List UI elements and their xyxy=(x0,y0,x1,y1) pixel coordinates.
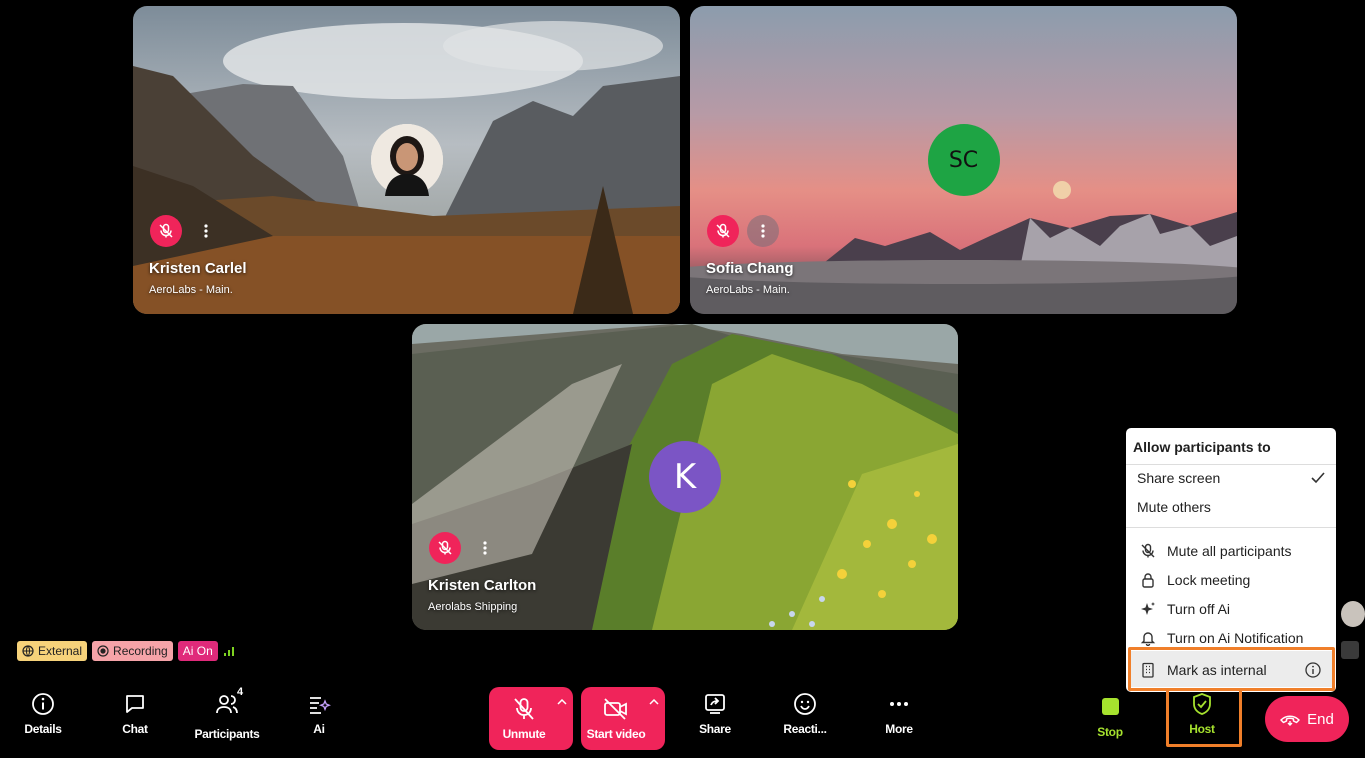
ai-badge: Ai On xyxy=(177,641,218,661)
chat-icon xyxy=(126,695,144,713)
record-icon xyxy=(97,645,109,657)
participant-name: Kristen Carlton xyxy=(428,577,537,594)
participant-name: Sofia Chang xyxy=(706,260,794,277)
lock-meeting-label: Lock meeting xyxy=(1167,572,1251,588)
chevron-up-icon[interactable] xyxy=(557,699,567,705)
mic-muted-icon xyxy=(707,215,739,247)
ai-notification-option[interactable]: Turn on Ai Notification xyxy=(1137,628,1303,648)
turn-off-ai-option[interactable]: Turn off Ai xyxy=(1137,599,1230,619)
mic-off-icon xyxy=(514,697,534,720)
ai-label: Ai On xyxy=(182,644,213,658)
more-button[interactable]: More xyxy=(859,692,939,736)
info-icon xyxy=(32,693,54,715)
participants-button[interactable]: 4 Participants xyxy=(187,686,267,741)
globe-icon xyxy=(22,645,34,657)
chat-button[interactable]: Chat xyxy=(95,692,175,736)
details-button[interactable]: Details xyxy=(3,692,83,736)
smiley-icon xyxy=(794,693,816,715)
share-label: Share xyxy=(699,722,731,736)
ai-button[interactable]: Ai xyxy=(279,692,359,736)
video-tile[interactable]: K Kristen Carlton Aerolabs Shipping xyxy=(412,324,958,630)
more-options-icon[interactable] xyxy=(747,215,779,247)
external-label: External xyxy=(38,644,83,658)
external-badge: External xyxy=(17,641,88,661)
stop-label: Stop xyxy=(1097,725,1123,739)
host-annotation xyxy=(1166,688,1242,747)
mute-others-label: Mute others xyxy=(1137,499,1211,515)
turn-off-ai-label: Turn off Ai xyxy=(1167,601,1231,617)
details-label: Details xyxy=(24,722,62,736)
share-screen-option[interactable]: Share screen xyxy=(1137,470,1325,486)
more-options-icon[interactable] xyxy=(469,532,501,564)
unmute-label: Unmute xyxy=(502,726,546,741)
lock-meeting-option[interactable]: Lock meeting xyxy=(1137,570,1250,590)
participant-org: AeroLabs - Main. xyxy=(706,284,790,296)
signal-strength-icon xyxy=(223,647,234,656)
menu-heading: Allow participants to xyxy=(1133,439,1271,455)
more-options-icon[interactable] xyxy=(190,215,222,247)
end-call-button[interactable]: End xyxy=(1265,696,1349,742)
video-tile[interactable]: SC Sofia Chang AeroLabs - Main. xyxy=(690,6,1237,314)
chevron-up-icon[interactable] xyxy=(649,699,659,705)
participants-count: 4 xyxy=(237,686,244,698)
check-icon xyxy=(1311,472,1325,484)
mark-internal-annotation xyxy=(1128,647,1335,691)
ai-label: Ai xyxy=(313,722,325,736)
bell-icon xyxy=(1137,628,1159,648)
video-tile[interactable]: Kristen Carlel AeroLabs - Main. xyxy=(133,6,680,314)
mute-others-option[interactable]: Mute others xyxy=(1137,499,1211,515)
start-video-button[interactable]: Start video xyxy=(581,687,665,750)
sparkle-icon xyxy=(1137,599,1159,619)
lock-icon xyxy=(1137,570,1159,590)
mute-all-label: Mute all participants xyxy=(1167,543,1292,559)
participant-org: Aerolabs Shipping xyxy=(428,601,518,613)
stop-icon xyxy=(1101,698,1119,715)
participant-avatar xyxy=(370,124,443,196)
status-badges: External Recording Ai On xyxy=(17,641,235,661)
grid-view-icon[interactable] xyxy=(1341,641,1359,659)
participant-org: AeroLabs - Main. xyxy=(149,284,233,296)
more-label: More xyxy=(885,722,913,736)
participant-name: Kristen Carlel xyxy=(149,260,247,277)
people-icon xyxy=(216,695,238,714)
mic-muted-icon xyxy=(150,215,182,247)
chat-label: Chat xyxy=(122,722,148,736)
mic-muted-icon xyxy=(429,532,461,564)
reactions-button[interactable]: Reacti... xyxy=(765,692,845,736)
end-label: End xyxy=(1307,710,1334,728)
participant-avatar: SC xyxy=(927,124,1000,196)
mic-off-icon xyxy=(1137,541,1159,561)
self-view-avatar[interactable] xyxy=(1341,601,1365,627)
stop-button[interactable]: Stop xyxy=(1070,692,1150,739)
share-screen-label: Share screen xyxy=(1137,470,1221,486)
reactions-label: Reacti... xyxy=(783,722,827,736)
start-video-label: Start video xyxy=(586,726,646,741)
unmute-button[interactable]: Unmute xyxy=(489,687,573,750)
share-button[interactable]: Share xyxy=(675,692,755,736)
hang-up-icon xyxy=(1280,715,1300,726)
video-off-icon xyxy=(604,697,627,720)
recording-label: Recording xyxy=(113,644,168,658)
recording-badge: Recording xyxy=(92,641,173,661)
participant-avatar: K xyxy=(649,441,721,513)
mute-all-option[interactable]: Mute all participants xyxy=(1137,541,1292,561)
participants-label: Participants xyxy=(194,727,260,741)
ai-list-icon xyxy=(310,697,331,714)
more-horizontal-icon xyxy=(890,702,908,706)
ai-notification-label: Turn on Ai Notification xyxy=(1167,630,1304,646)
share-screen-icon xyxy=(705,694,725,714)
